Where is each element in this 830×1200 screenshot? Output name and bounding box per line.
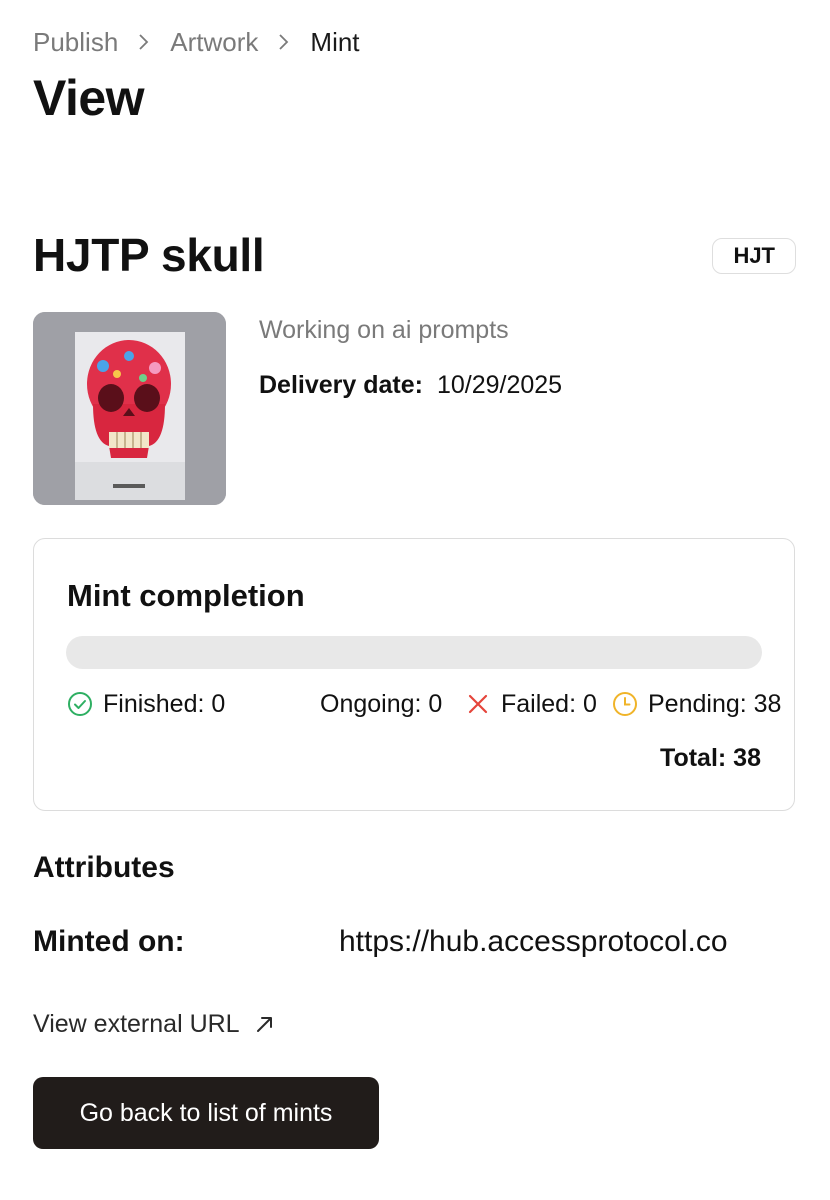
mint-name: HJTP skull — [33, 229, 265, 281]
external-link-arrow-icon — [256, 1017, 272, 1032]
check-circle-icon — [68, 692, 92, 716]
delivery-date-value: 10/29/2025 — [436, 371, 563, 399]
status-finished-label: Finished: 0 — [103, 690, 226, 718]
mint-progress-bar — [66, 636, 762, 669]
view-external-url-link[interactable]: View external URL — [33, 1008, 276, 1040]
status-failed-label: Failed: 0 — [501, 690, 597, 718]
minted-on-label: Minted on: — [33, 925, 185, 958]
delivery-date-label: Delivery date: — [259, 371, 423, 399]
attributes-heading: Attributes — [33, 851, 175, 884]
mint-thumbnail — [33, 312, 226, 505]
mint-completion-card: Mint completion Finished: 0 Ongoing: 0 F… — [33, 538, 795, 811]
status-ongoing: Ongoing: 0 — [320, 687, 442, 721]
status-total: Total: 38 — [660, 744, 761, 772]
mint-description: Working on ai prompts — [259, 316, 509, 344]
breadcrumb-item-publish[interactable]: Publish — [33, 26, 118, 58]
breadcrumb-item-artwork[interactable]: Artwork — [170, 26, 258, 58]
status-pending: Pending: 38 — [612, 687, 781, 721]
view-external-url-label: View external URL — [33, 1010, 240, 1038]
status-failed: Failed: 0 — [465, 687, 597, 721]
skull-artwork-image — [33, 312, 226, 505]
collection-tag-badge: HJT — [712, 238, 796, 274]
delivery-date: Delivery date: 10/29/2025 — [259, 369, 562, 401]
status-finished: Finished: 0 — [67, 687, 225, 721]
status-pending-label: Pending: 38 — [648, 690, 782, 718]
mint-status-counts: Finished: 0 Ongoing: 0 Failed: 0 Pending… — [67, 687, 781, 721]
page-title: View — [33, 70, 145, 126]
back-to-mints-button[interactable]: Go back to list of mints — [33, 1077, 379, 1149]
status-ongoing-label: Ongoing: 0 — [320, 690, 443, 718]
mint-completion-title: Mint completion — [67, 578, 305, 613]
breadcrumb: Publish Artwork Mint — [33, 26, 360, 58]
clock-icon — [613, 692, 637, 716]
minted-on-value: https://hub.accessprotocol.co — [339, 925, 728, 958]
chevron-right-icon — [139, 34, 149, 50]
close-x-icon — [468, 694, 488, 714]
mint-view-page: Publish Artwork Mint View HJTP skull HJT — [0, 0, 830, 1200]
chevron-right-icon — [279, 34, 289, 50]
breadcrumb-item-mint: Mint — [310, 27, 360, 57]
